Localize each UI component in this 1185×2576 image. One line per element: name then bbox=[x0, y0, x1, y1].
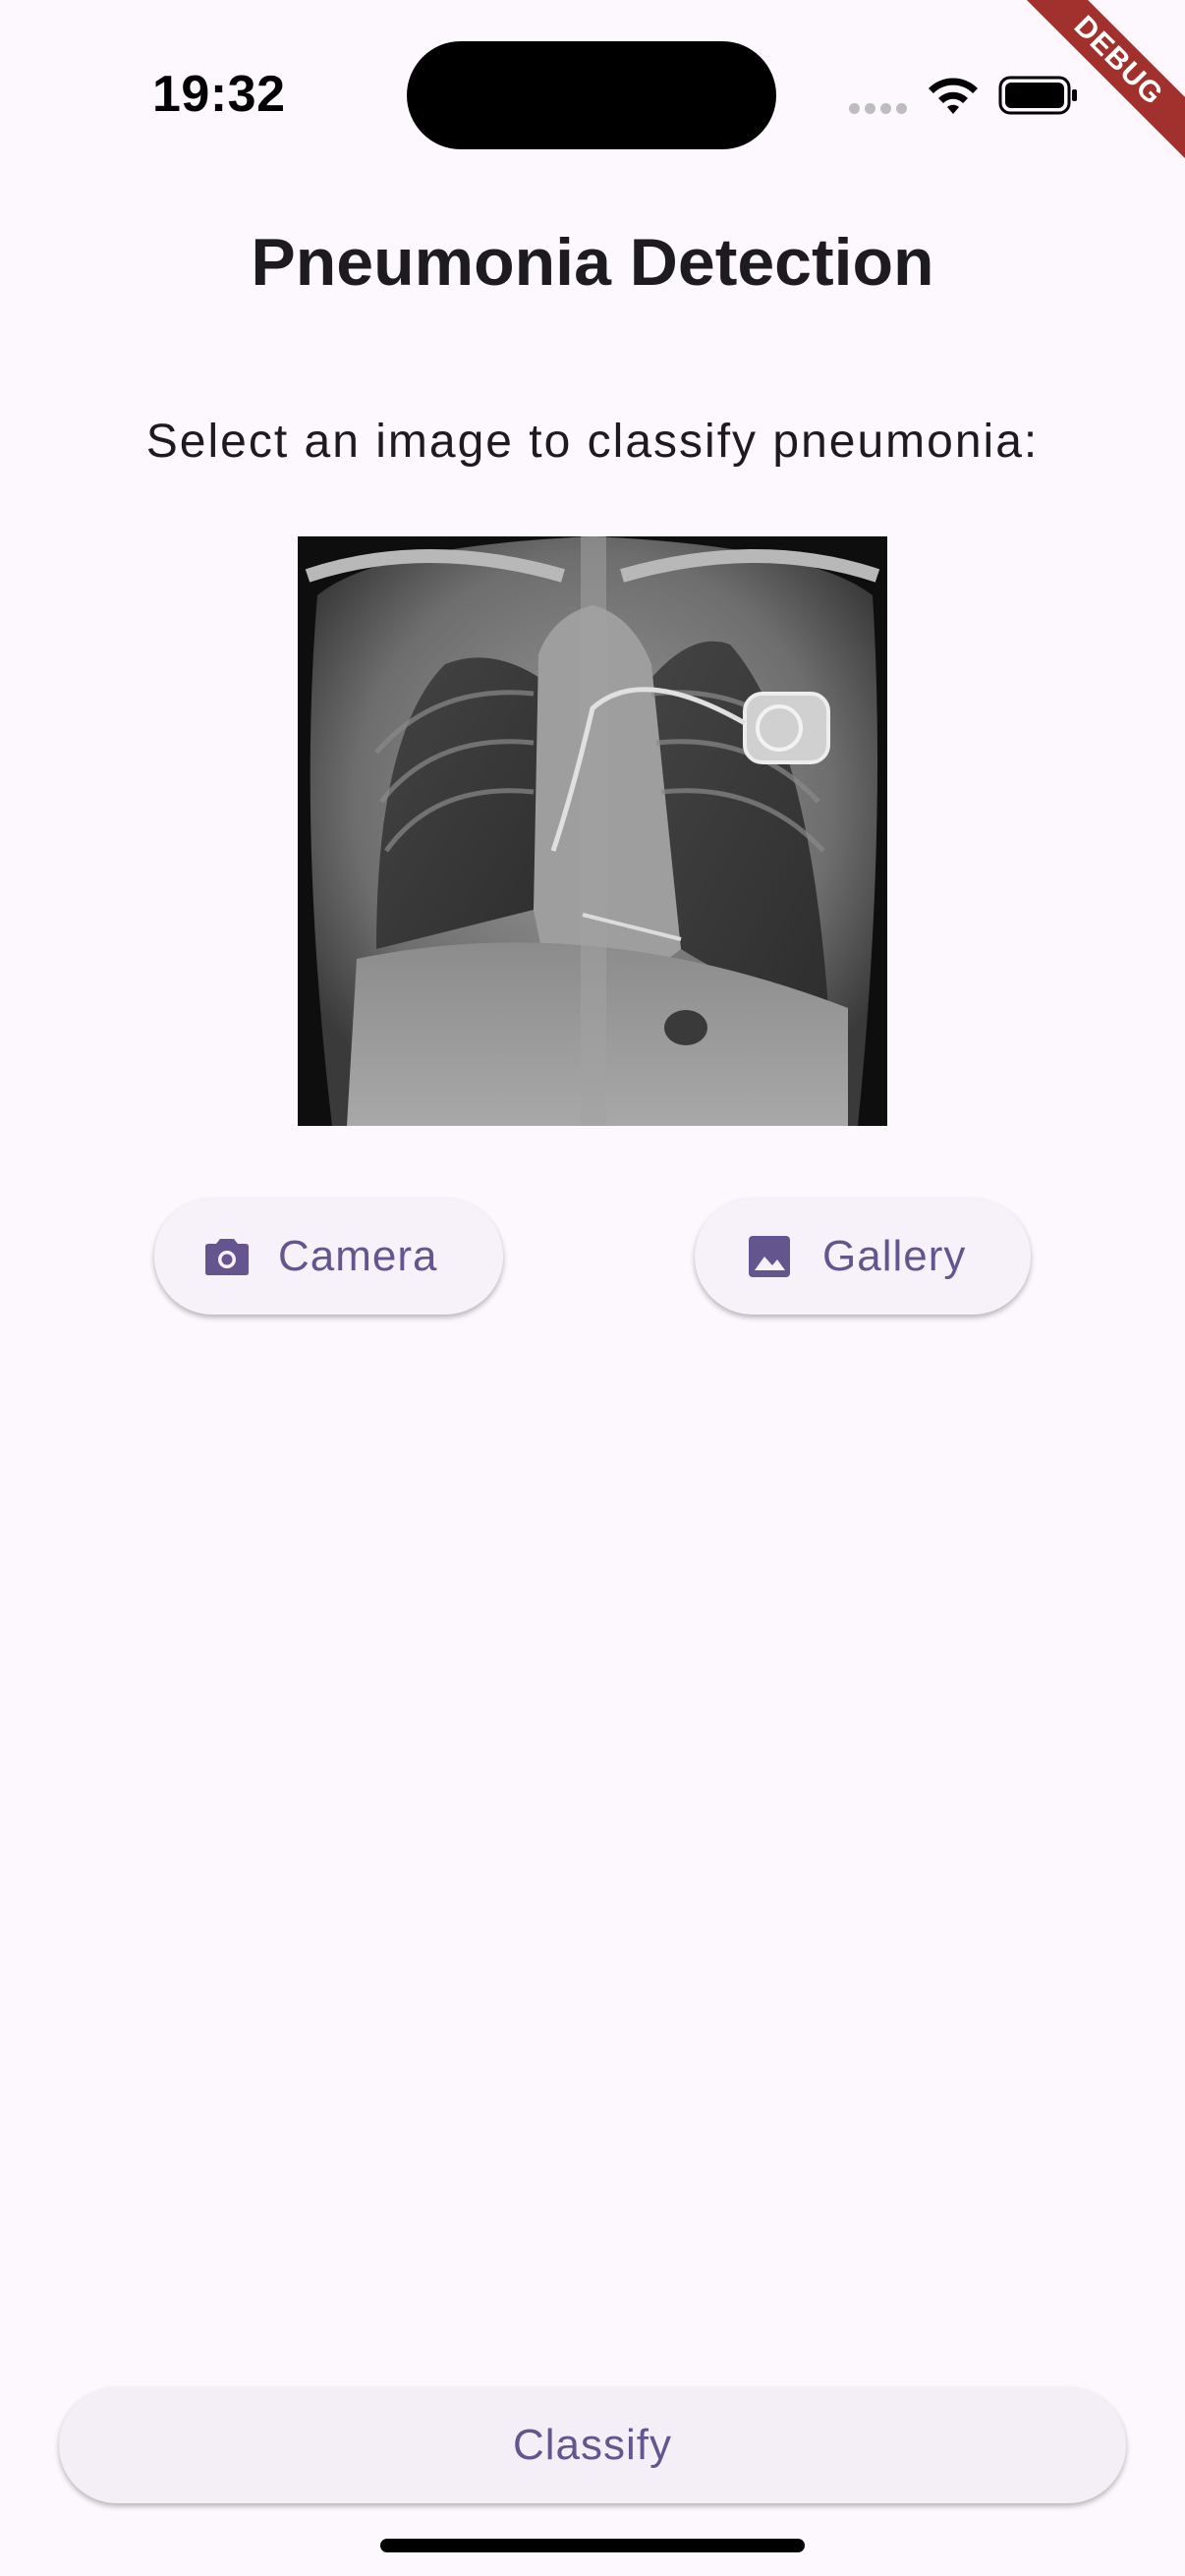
home-indicator[interactable] bbox=[380, 2539, 805, 2552]
camera-button-label: Camera bbox=[278, 1232, 438, 1280]
gallery-button[interactable]: Gallery bbox=[695, 1199, 1031, 1315]
page-title: Pneumonia Detection bbox=[251, 225, 934, 300]
wifi-icon bbox=[929, 78, 978, 114]
xray-image-preview bbox=[298, 536, 887, 1126]
gallery-button-label: Gallery bbox=[822, 1232, 967, 1280]
cellular-dots-icon bbox=[849, 103, 908, 115]
classify-button[interactable]: Classify bbox=[59, 2387, 1126, 2503]
dynamic-island bbox=[407, 41, 776, 149]
camera-button[interactable]: Camera bbox=[154, 1199, 503, 1315]
status-time: 19:32 bbox=[152, 66, 286, 123]
image-icon bbox=[749, 1236, 790, 1277]
instruction-text: Select an image to classify pneumonia: bbox=[145, 416, 1040, 468]
battery-icon bbox=[998, 76, 1077, 115]
camera-icon bbox=[205, 1239, 249, 1275]
